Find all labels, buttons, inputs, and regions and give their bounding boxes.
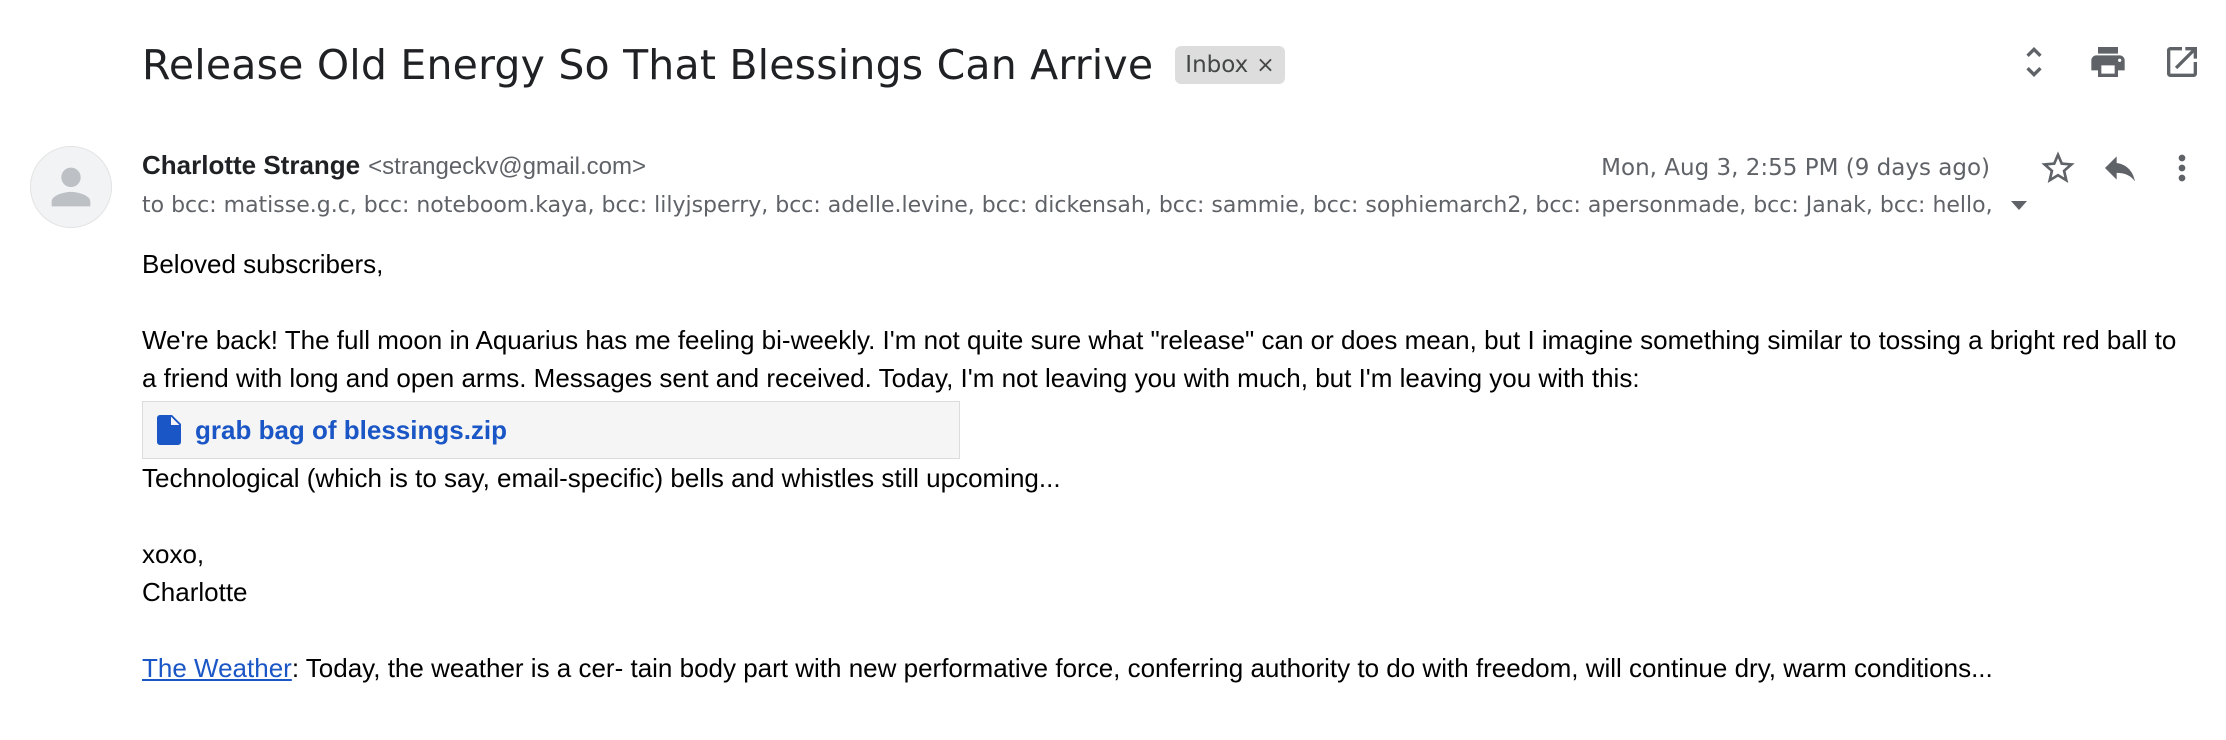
attachment-link[interactable]: grab bag of blessings.zip xyxy=(142,401,960,459)
weather-link[interactable]: The Weather xyxy=(142,653,292,683)
sender-row: Charlotte Strange <strangeckv@gmail.com> xyxy=(142,150,646,181)
attachment-name[interactable]: grab bag of blessings.zip xyxy=(195,411,507,449)
subject-row: Release Old Energy So That Blessings Can… xyxy=(142,30,1285,100)
label-text: Inbox xyxy=(1185,52,1249,78)
sender-email: <strangeckv@gmail.com> xyxy=(368,153,646,180)
expand-collapse-icon[interactable] xyxy=(2012,40,2056,84)
message-date: Mon, Aug 3, 2:55 PM (9 days ago) xyxy=(1601,155,1990,181)
more-vert-icon[interactable] xyxy=(2160,146,2204,190)
person-icon xyxy=(51,167,91,207)
weather-text: : Today, the weather is a cer- tain body… xyxy=(291,653,1993,683)
body-paragraph: We're back! The full moon in Aquarius ha… xyxy=(142,325,2177,393)
star-icon[interactable] xyxy=(2036,146,2080,190)
email-subject: Release Old Energy So That Blessings Can… xyxy=(142,41,1154,89)
inbox-label-chip[interactable]: Inbox × xyxy=(1175,46,1285,84)
signoff: xoxo, xyxy=(142,539,205,569)
message-body: Beloved subscribers, We're back! The ful… xyxy=(142,245,2192,687)
signature: Charlotte xyxy=(142,577,248,607)
recipients-list: to bcc: matisse.g.c, bcc: noteboom.kaya,… xyxy=(142,193,2001,218)
show-details-chevron-down-icon[interactable] xyxy=(2011,201,2027,210)
greeting: Beloved subscribers, xyxy=(142,249,384,279)
sender-name[interactable]: Charlotte Strange xyxy=(142,150,360,181)
reply-icon[interactable] xyxy=(2098,146,2142,190)
open-in-new-window-icon[interactable] xyxy=(2160,40,2204,84)
remove-label-icon[interactable]: × xyxy=(1256,53,1274,78)
body-paragraph: Technological (which is to say, email-sp… xyxy=(142,463,1061,493)
recipients-row: to bcc: matisse.g.c, bcc: noteboom.kaya,… xyxy=(142,193,2027,218)
thread-actions xyxy=(2012,40,2204,84)
print-icon[interactable] xyxy=(2086,40,2130,84)
file-icon xyxy=(157,415,181,445)
message-meta: Mon, Aug 3, 2:55 PM (9 days ago) xyxy=(1601,146,2204,190)
sender-avatar[interactable] xyxy=(30,146,112,228)
weather-line: The Weather: Today, the weather is a cer… xyxy=(142,649,2192,687)
